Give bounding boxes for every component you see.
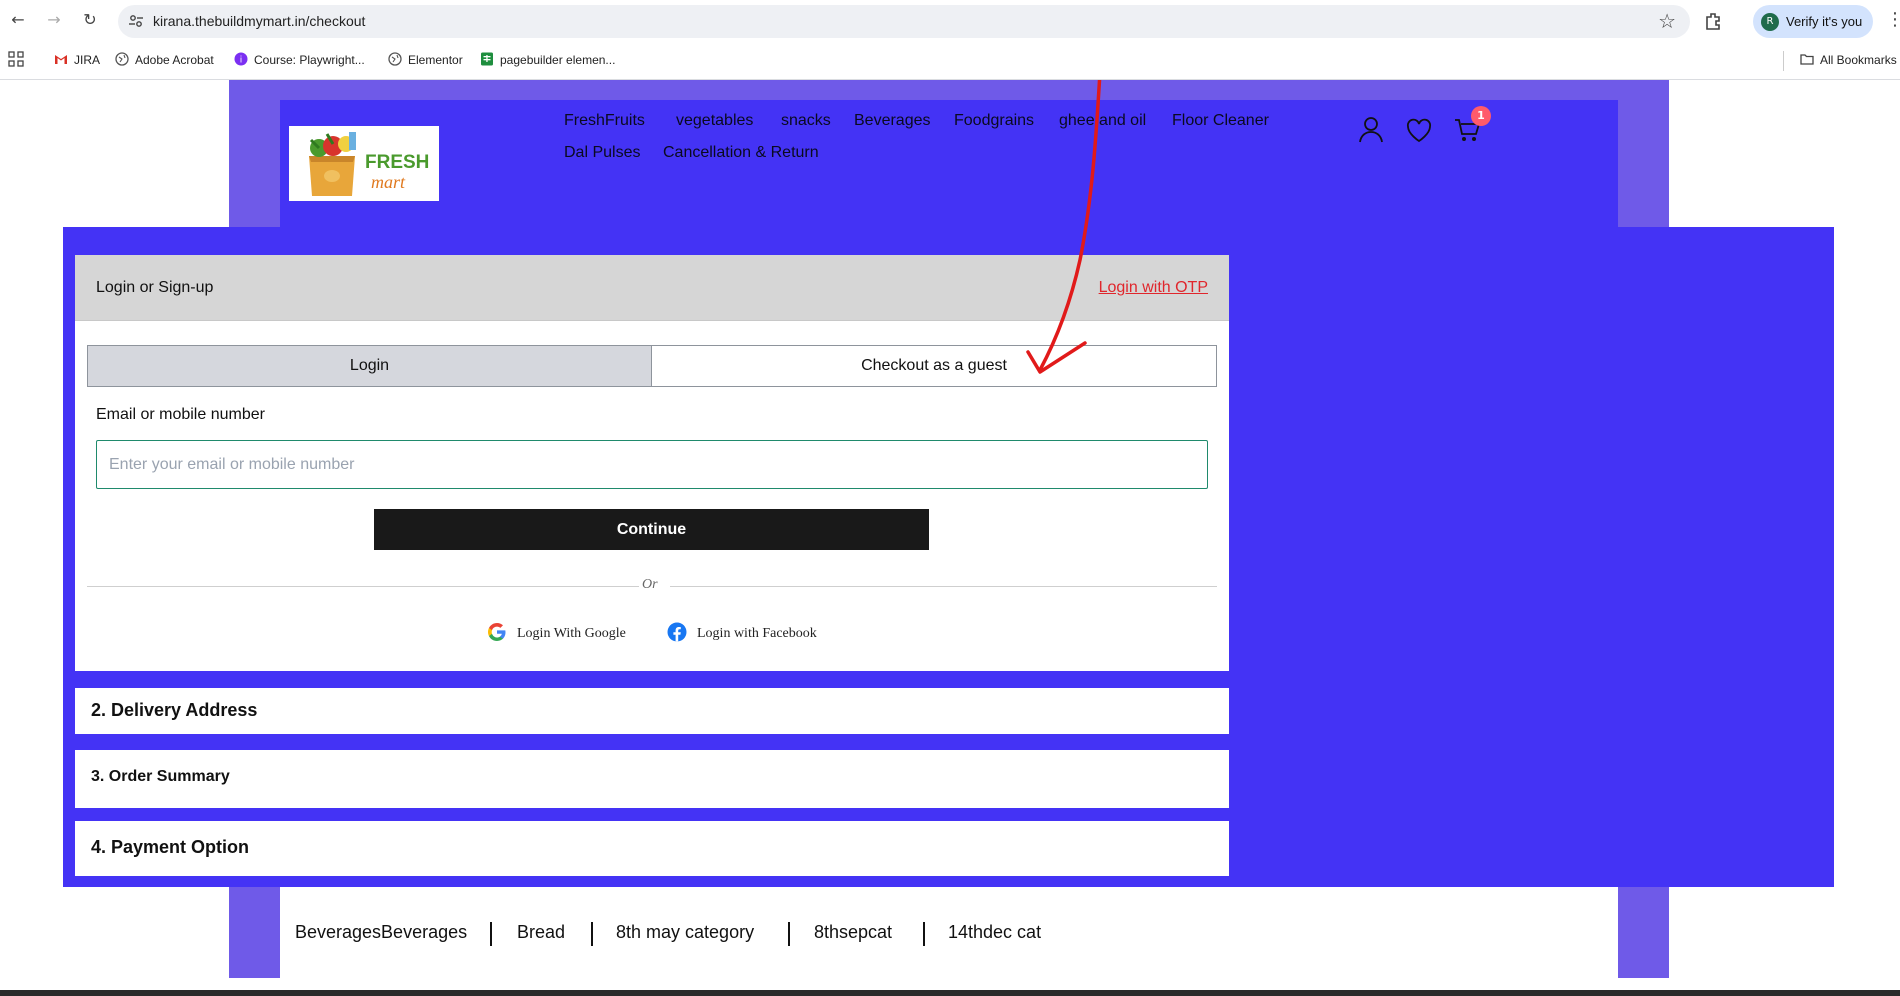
nav-freshfruits[interactable]: FreshFruits [564, 112, 645, 130]
login-with-facebook-button[interactable]: Login with Facebook [667, 622, 817, 646]
back-icon[interactable]: ← [8, 10, 28, 30]
cart-count-badge: 1 [1471, 106, 1491, 126]
nav-dal-pulses[interactable]: Dal Pulses [564, 144, 640, 162]
url-text[interactable]: kirana.thebuildmymart.in/checkout [153, 13, 365, 29]
login-with-otp-link[interactable]: Login with OTP [1099, 279, 1208, 297]
address-bar[interactable]: kirana.thebuildmymart.in/checkout ☆ [118, 5, 1690, 38]
bookmark-divider [1783, 51, 1784, 71]
google-label: Login With Google [517, 626, 626, 641]
nav-snacks[interactable]: snacks [781, 112, 831, 130]
divider-line [87, 586, 639, 587]
folder-icon [1800, 54, 1814, 65]
nav-vegetables[interactable]: vegetables [676, 112, 753, 130]
footer-link[interactable]: 8thsepcat [814, 922, 892, 943]
web-page: FRESH mart FreshFruits vegetables snacks… [0, 80, 1900, 996]
or-divider-text: Or [642, 577, 658, 592]
facebook-label: Login with Facebook [697, 626, 817, 641]
footer-link[interactable]: 14thdec cat [948, 922, 1041, 943]
sheets-icon [481, 52, 493, 66]
footer-link[interactable]: Bread [517, 922, 565, 943]
bookmark-jira[interactable]: JIRA [54, 51, 100, 69]
wishlist-heart-icon[interactable] [1405, 117, 1433, 145]
link-separator [591, 922, 593, 946]
login-with-google-button[interactable]: Login With Google [487, 622, 626, 646]
email-mobile-label: Email or mobile number [96, 406, 265, 423]
nav-floor-cleaner[interactable]: Floor Cleaner [1172, 112, 1269, 130]
verify-profile-button[interactable]: R Verify it's you [1753, 5, 1873, 38]
nav-cancellation-return[interactable]: Cancellation & Return [663, 144, 819, 162]
bookmarks-bar: JIRA Adobe Acrobat i Course: Playwright..… [0, 42, 1900, 80]
link-separator [923, 922, 925, 946]
logo-text-fresh: FRESH [365, 152, 430, 173]
bookmark-star-icon[interactable]: ☆ [1658, 10, 1676, 32]
step-title: 2. Delivery Address [91, 700, 258, 720]
verify-label: Verify it's you [1786, 14, 1863, 29]
step-delivery-address[interactable]: 2. Delivery Address [75, 688, 1229, 734]
step-title: 4. Payment Option [91, 837, 250, 857]
tab-checkout-as-guest[interactable]: Checkout as a guest [651, 345, 1217, 387]
site-settings-icon[interactable] [128, 13, 144, 29]
footer-link[interactable]: BeveragesBeverages [295, 922, 467, 943]
bookmark-course[interactable]: i Course: Playwright... [234, 51, 365, 69]
continue-button[interactable]: Continue [374, 509, 929, 550]
svg-text:i: i [240, 56, 243, 66]
footer-link[interactable]: 8th may category [616, 922, 754, 943]
bottom-strip [0, 990, 1900, 996]
google-icon [488, 623, 506, 641]
apps-grid-icon[interactable] [8, 51, 24, 67]
fresh-mart-logo[interactable]: FRESH mart [289, 126, 439, 201]
login-signup-card: Login or Sign-up Login with OTP Login Ch… [75, 255, 1229, 671]
reload-icon[interactable]: ↻ [80, 10, 100, 30]
login-card-header: Login or Sign-up Login with OTP [75, 255, 1229, 321]
user-icon[interactable] [1357, 115, 1385, 143]
divider-line [670, 586, 1217, 587]
step-title: 3. Order Summary [91, 768, 230, 785]
extensions-icon[interactable] [1703, 11, 1723, 31]
bookmark-all[interactable]: All Bookmarks [1800, 51, 1897, 69]
bookmark-elementor[interactable]: Elementor [388, 51, 463, 69]
forward-icon[interactable]: → [44, 10, 64, 30]
email-mobile-input[interactable] [96, 440, 1208, 489]
facebook-icon [667, 622, 687, 642]
more-menu-icon[interactable]: ⋮ [1886, 10, 1900, 30]
step-order-summary[interactable]: 3. Order Summary [75, 750, 1229, 808]
globe-icon [388, 52, 402, 66]
login-card-title: Login or Sign-up [96, 279, 214, 296]
step-payment-option[interactable]: 4. Payment Option [75, 821, 1229, 876]
link-separator [490, 922, 492, 946]
nav-beverages[interactable]: Beverages [854, 112, 931, 130]
tab-login[interactable]: Login [87, 345, 652, 387]
logo-text-mart: mart [371, 172, 406, 192]
footer-category-links: BeveragesBeverages Bread 8th may categor… [280, 887, 1618, 978]
course-icon: i [234, 52, 248, 66]
bookmark-adobe[interactable]: Adobe Acrobat [115, 51, 214, 69]
grocery-bag-icon [309, 132, 356, 196]
nav-foodgrains[interactable]: Foodgrains [954, 112, 1034, 130]
globe-icon [115, 52, 129, 66]
link-separator [788, 922, 790, 946]
avatar: R [1761, 13, 1779, 31]
nav-ghee-and-oil[interactable]: ghee and oil [1059, 112, 1146, 130]
browser-toolbar: ← → ↻ kirana.thebuildmymart.in/checkout … [0, 0, 1900, 42]
bookmark-pagebuilder[interactable]: pagebuilder elemen... [480, 51, 615, 69]
gmail-icon [55, 55, 67, 64]
